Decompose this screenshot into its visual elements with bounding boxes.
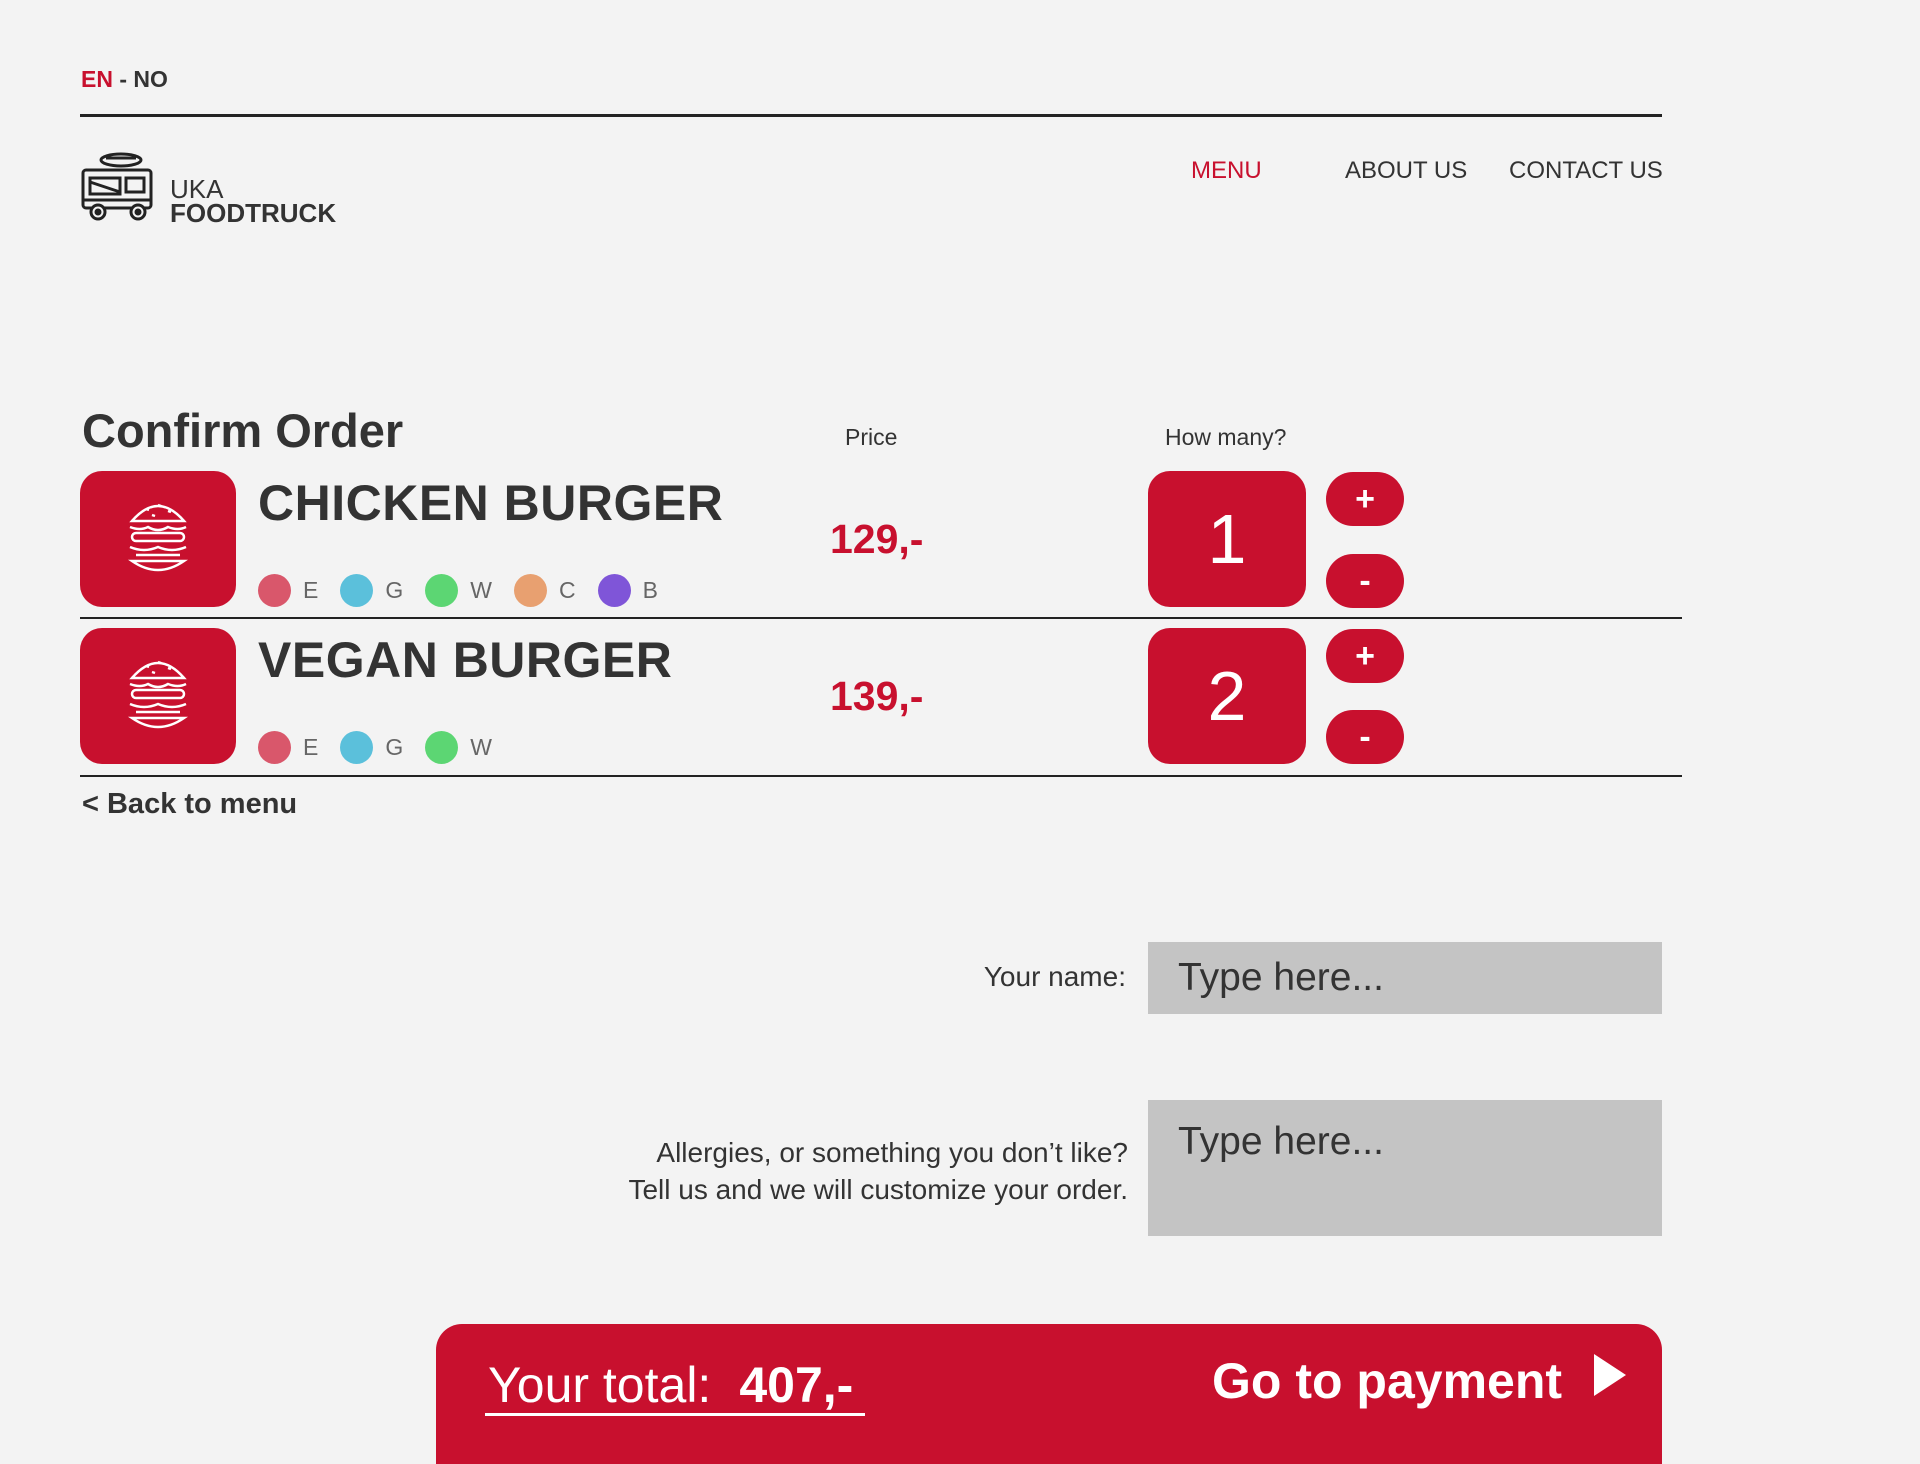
allergy-field-label: Allergies, or something you don’t like? … <box>628 1134 1128 1208</box>
allergen-label: C <box>558 577 576 603</box>
nav-menu[interactable]: MENU <box>1191 157 1262 185</box>
row-divider <box>80 617 1682 619</box>
logo-line-uka: UKA <box>170 173 224 204</box>
go-to-payment-button[interactable]: Go to payment <box>1212 1352 1628 1410</box>
foodtruck-icon <box>80 152 156 229</box>
logo[interactable]: UKA FOODTRUCK <box>80 152 336 229</box>
price-column-header: Price <box>845 424 898 450</box>
item-name: CHICKEN BURGER <box>258 475 724 531</box>
allergy-input[interactable] <box>1148 1100 1662 1236</box>
lang-no-link[interactable]: NO <box>133 66 168 92</box>
total-amount: 407,- <box>739 1357 854 1413</box>
play-arrow-icon <box>1562 1352 1628 1410</box>
allergen-dot <box>425 574 459 607</box>
allergen-tag: C <box>513 574 576 607</box>
allergen-dot <box>258 574 291 607</box>
quantity-display: 1 <box>1148 471 1306 607</box>
burger-icon <box>126 654 190 739</box>
lang-separator: - <box>119 66 128 92</box>
header-divider <box>80 114 1662 117</box>
back-to-menu-link[interactable]: < Back to menu <box>82 788 297 821</box>
allergen-dot <box>340 574 374 607</box>
order-total: Your total: 407,- <box>488 1356 853 1414</box>
total-label: Your total: <box>488 1357 712 1413</box>
allergen-dot <box>597 574 631 607</box>
increase-quantity-button[interactable]: + <box>1326 472 1404 526</box>
allergen-tag: E <box>258 731 318 764</box>
nav-contact-us[interactable]: CONTACT US <box>1509 157 1663 185</box>
item-name: VEGAN BURGER <box>258 632 673 688</box>
allergen-list: E G W <box>258 731 514 764</box>
quantity-column-header: How many? <box>1165 424 1287 450</box>
allergen-label: E <box>303 734 319 760</box>
allergen-dot <box>340 731 374 764</box>
total-underline <box>485 1413 865 1416</box>
allergen-dot <box>425 731 459 764</box>
nav-about-us[interactable]: ABOUT US <box>1345 157 1467 185</box>
allergen-tag: E <box>258 574 318 607</box>
allergen-tag: W <box>425 574 492 607</box>
allergen-label: W <box>470 577 492 603</box>
allergen-tag: G <box>340 731 403 764</box>
allergen-label: G <box>385 734 404 760</box>
allergen-dot <box>513 574 547 607</box>
allergen-dot <box>258 731 291 764</box>
allergen-label: G <box>385 577 404 603</box>
allergen-tag: W <box>425 731 492 764</box>
item-price: 139,- <box>830 673 924 719</box>
allergy-label-line-1: Allergies, or something you don’t like? <box>656 1137 1128 1168</box>
allergen-list: E G W C B <box>258 574 680 607</box>
increase-quantity-button[interactable]: + <box>1326 629 1404 683</box>
allergen-label: W <box>470 734 492 760</box>
quantity-display: 2 <box>1148 628 1306 764</box>
burger-icon <box>126 497 190 582</box>
language-switcher: EN - NO <box>81 66 168 93</box>
allergen-tag: G <box>340 574 403 607</box>
decrease-quantity-button[interactable]: - <box>1326 710 1404 764</box>
allergen-label: B <box>642 577 658 603</box>
item-price: 129,- <box>830 516 924 562</box>
lang-en-link[interactable]: EN <box>81 66 113 92</box>
page-title: Confirm Order <box>82 404 404 457</box>
item-image <box>80 471 236 607</box>
logo-line-foodtruck: FOODTRUCK <box>170 197 337 228</box>
item-image <box>80 628 236 764</box>
decrease-quantity-button[interactable]: - <box>1326 554 1404 608</box>
payment-button-label: Go to payment <box>1212 1353 1563 1409</box>
allergy-label-line-2: Tell us and we will customize your order… <box>628 1174 1128 1205</box>
allergen-label: E <box>303 577 319 603</box>
allergen-tag: B <box>597 574 658 607</box>
name-field-label: Your name: <box>983 961 1126 992</box>
name-input[interactable] <box>1148 942 1662 1014</box>
row-divider <box>80 775 1682 777</box>
